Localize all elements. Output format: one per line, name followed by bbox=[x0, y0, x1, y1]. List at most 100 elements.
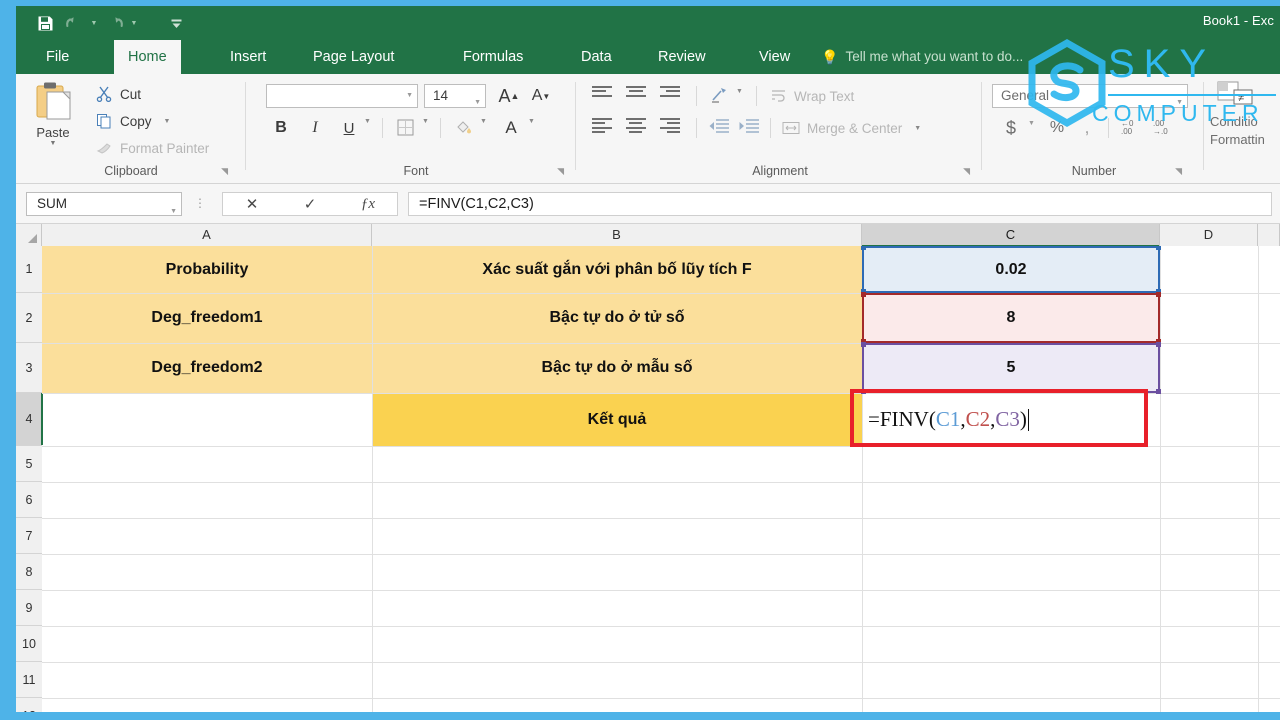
row-header-5[interactable]: 5 bbox=[16, 446, 42, 482]
font-size-input[interactable]: 14 ▼ bbox=[424, 84, 486, 108]
align-right-button[interactable] bbox=[660, 118, 680, 134]
cell-c2[interactable]: 8 bbox=[862, 293, 1160, 343]
increase-indent-button[interactable] bbox=[738, 118, 760, 134]
cell-a1[interactable]: Probability bbox=[42, 246, 372, 293]
font-size-dropdown-icon[interactable]: ▼ bbox=[474, 92, 481, 114]
align-top-button[interactable] bbox=[592, 86, 612, 102]
paste-dropdown-icon[interactable]: ▼ bbox=[24, 140, 82, 147]
row-header-10[interactable]: 10 bbox=[16, 626, 42, 662]
italic-button[interactable]: I bbox=[304, 116, 326, 140]
cancel-formula-button[interactable]: ✕ bbox=[223, 195, 281, 213]
align-bottom-button[interactable] bbox=[660, 86, 680, 102]
tab-insert[interactable]: Insert bbox=[216, 40, 280, 74]
underline-dropdown-icon[interactable]: ▼ bbox=[364, 118, 371, 125]
row-header-12[interactable]: 12 bbox=[16, 698, 42, 712]
name-box-dropdown-icon[interactable]: ▼ bbox=[170, 201, 177, 223]
column-header-e[interactable] bbox=[1258, 224, 1280, 246]
orientation-button[interactable] bbox=[710, 86, 730, 104]
row-header-2[interactable]: 2 bbox=[16, 293, 42, 343]
fill-color-button[interactable] bbox=[454, 118, 473, 137]
underline-button[interactable]: U bbox=[338, 116, 360, 140]
cell-b1[interactable]: Xác suất gắn với phân bố lũy tích F bbox=[372, 246, 862, 293]
cell-a2[interactable]: Deg_freedom1 bbox=[42, 293, 372, 343]
clipboard-dialog-launcher[interactable]: ◥ bbox=[221, 166, 228, 177]
tab-home[interactable]: Home bbox=[114, 40, 181, 74]
undo-icon[interactable] bbox=[61, 11, 87, 35]
fill-color-dropdown-icon[interactable]: ▼ bbox=[480, 118, 487, 125]
name-box[interactable]: SUM ▼ bbox=[26, 192, 182, 216]
decrease-indent-button[interactable] bbox=[708, 118, 730, 134]
tab-page-layout[interactable]: Page Layout bbox=[299, 40, 408, 74]
tab-data[interactable]: Data bbox=[567, 40, 626, 74]
cell-c4-editor[interactable]: =FINV(C1, C2, C3) bbox=[864, 396, 1158, 443]
row-header-8[interactable]: 8 bbox=[16, 554, 42, 590]
borders-button[interactable] bbox=[396, 118, 415, 137]
column-header-c[interactable]: C bbox=[862, 224, 1160, 247]
column-header-a[interactable]: A bbox=[42, 224, 372, 246]
undo-dropdown-icon[interactable]: ▼ bbox=[90, 11, 98, 35]
tab-view[interactable]: View bbox=[745, 40, 804, 74]
row-header-9[interactable]: 9 bbox=[16, 590, 42, 626]
redo-icon[interactable] bbox=[101, 11, 127, 35]
increase-decimal-button[interactable]: ←0.00 bbox=[1120, 118, 1142, 136]
currency-dropdown-icon[interactable]: ▼ bbox=[1028, 120, 1035, 127]
tell-me-box[interactable]: 💡 Tell me what you want to do... bbox=[821, 40, 1023, 74]
shrink-font-button[interactable]: A ▼ bbox=[528, 84, 554, 108]
row-header-4[interactable]: 4 bbox=[16, 393, 43, 446]
font-color-dropdown-icon[interactable]: ▼ bbox=[528, 118, 535, 125]
align-middle-button[interactable] bbox=[626, 86, 646, 102]
tab-review[interactable]: Review bbox=[644, 40, 720, 74]
row-header-1[interactable]: 1 bbox=[16, 246, 42, 293]
grow-font-button[interactable]: A ▲ bbox=[496, 84, 522, 108]
select-all-button[interactable] bbox=[16, 224, 42, 246]
enter-formula-button[interactable]: ✓ bbox=[281, 195, 339, 213]
tab-formulas[interactable]: Formulas bbox=[449, 40, 537, 74]
insert-function-button[interactable]: ƒx bbox=[339, 196, 397, 213]
align-left-button[interactable] bbox=[592, 118, 612, 134]
currency-button[interactable]: $ bbox=[1000, 116, 1022, 140]
font-dialog-launcher[interactable]: ◥ bbox=[557, 166, 564, 177]
number-format-select[interactable]: General ▼ bbox=[992, 84, 1188, 108]
number-dialog-launcher[interactable]: ◥ bbox=[1175, 166, 1182, 177]
format-painter-button[interactable]: Format Painter bbox=[96, 140, 209, 156]
percent-button[interactable]: % bbox=[1046, 116, 1068, 140]
save-icon[interactable] bbox=[32, 11, 58, 35]
conditional-formatting-icon[interactable]: ≠ bbox=[1212, 80, 1256, 108]
align-center-button[interactable] bbox=[626, 118, 646, 134]
align-right-icon bbox=[660, 118, 680, 134]
paste-button[interactable]: Paste ▼ bbox=[24, 80, 82, 147]
redo-dropdown-icon[interactable]: ▼ bbox=[130, 11, 138, 35]
copy-button[interactable]: Copy ▼ bbox=[96, 113, 170, 129]
copy-dropdown-icon[interactable]: ▼ bbox=[164, 118, 171, 125]
column-header-d[interactable]: D bbox=[1160, 224, 1258, 246]
column-headers: A B C D bbox=[16, 224, 1280, 247]
merge-center-button[interactable]: Merge & Center ▼ bbox=[782, 120, 921, 136]
formula-input[interactable]: =FINV(C1,C2,C3) bbox=[408, 192, 1272, 216]
row-header-7[interactable]: 7 bbox=[16, 518, 42, 554]
cell-b3[interactable]: Bậc tự do ở mẫu số bbox=[372, 343, 862, 393]
borders-dropdown-icon[interactable]: ▼ bbox=[422, 118, 429, 125]
row-header-6[interactable]: 6 bbox=[16, 482, 42, 518]
font-name-input[interactable]: ▼ bbox=[266, 84, 418, 108]
bold-button[interactable]: B bbox=[270, 116, 292, 140]
row-header-11[interactable]: 11 bbox=[16, 662, 42, 698]
alignment-dialog-launcher[interactable]: ◥ bbox=[963, 166, 970, 177]
font-name-dropdown-icon[interactable]: ▼ bbox=[406, 92, 413, 99]
merge-center-dropdown-icon[interactable]: ▼ bbox=[914, 125, 921, 132]
number-format-dropdown-icon[interactable]: ▼ bbox=[1176, 92, 1183, 114]
cell-b4[interactable]: Kết quả bbox=[372, 393, 862, 446]
comma-button[interactable]: , bbox=[1076, 116, 1098, 140]
cut-button[interactable]: Cut bbox=[96, 86, 141, 102]
cell-c1[interactable]: 0.02 bbox=[862, 246, 1160, 293]
cell-a3[interactable]: Deg_freedom2 bbox=[42, 343, 372, 393]
wrap-text-button[interactable]: Wrap Text bbox=[770, 88, 854, 104]
cell-b2[interactable]: Bậc tự do ở tử số bbox=[372, 293, 862, 343]
decrease-decimal-button[interactable]: .00 →.0 bbox=[1152, 118, 1174, 136]
cell-c3[interactable]: 5 bbox=[862, 343, 1160, 393]
tab-file[interactable]: File bbox=[32, 40, 83, 74]
font-color-button[interactable]: A bbox=[500, 116, 522, 140]
column-header-b[interactable]: B bbox=[372, 224, 862, 246]
customize-quick-access-icon[interactable] bbox=[163, 11, 189, 35]
orientation-dropdown-icon[interactable]: ▼ bbox=[736, 88, 743, 95]
row-header-3[interactable]: 3 bbox=[16, 343, 42, 393]
